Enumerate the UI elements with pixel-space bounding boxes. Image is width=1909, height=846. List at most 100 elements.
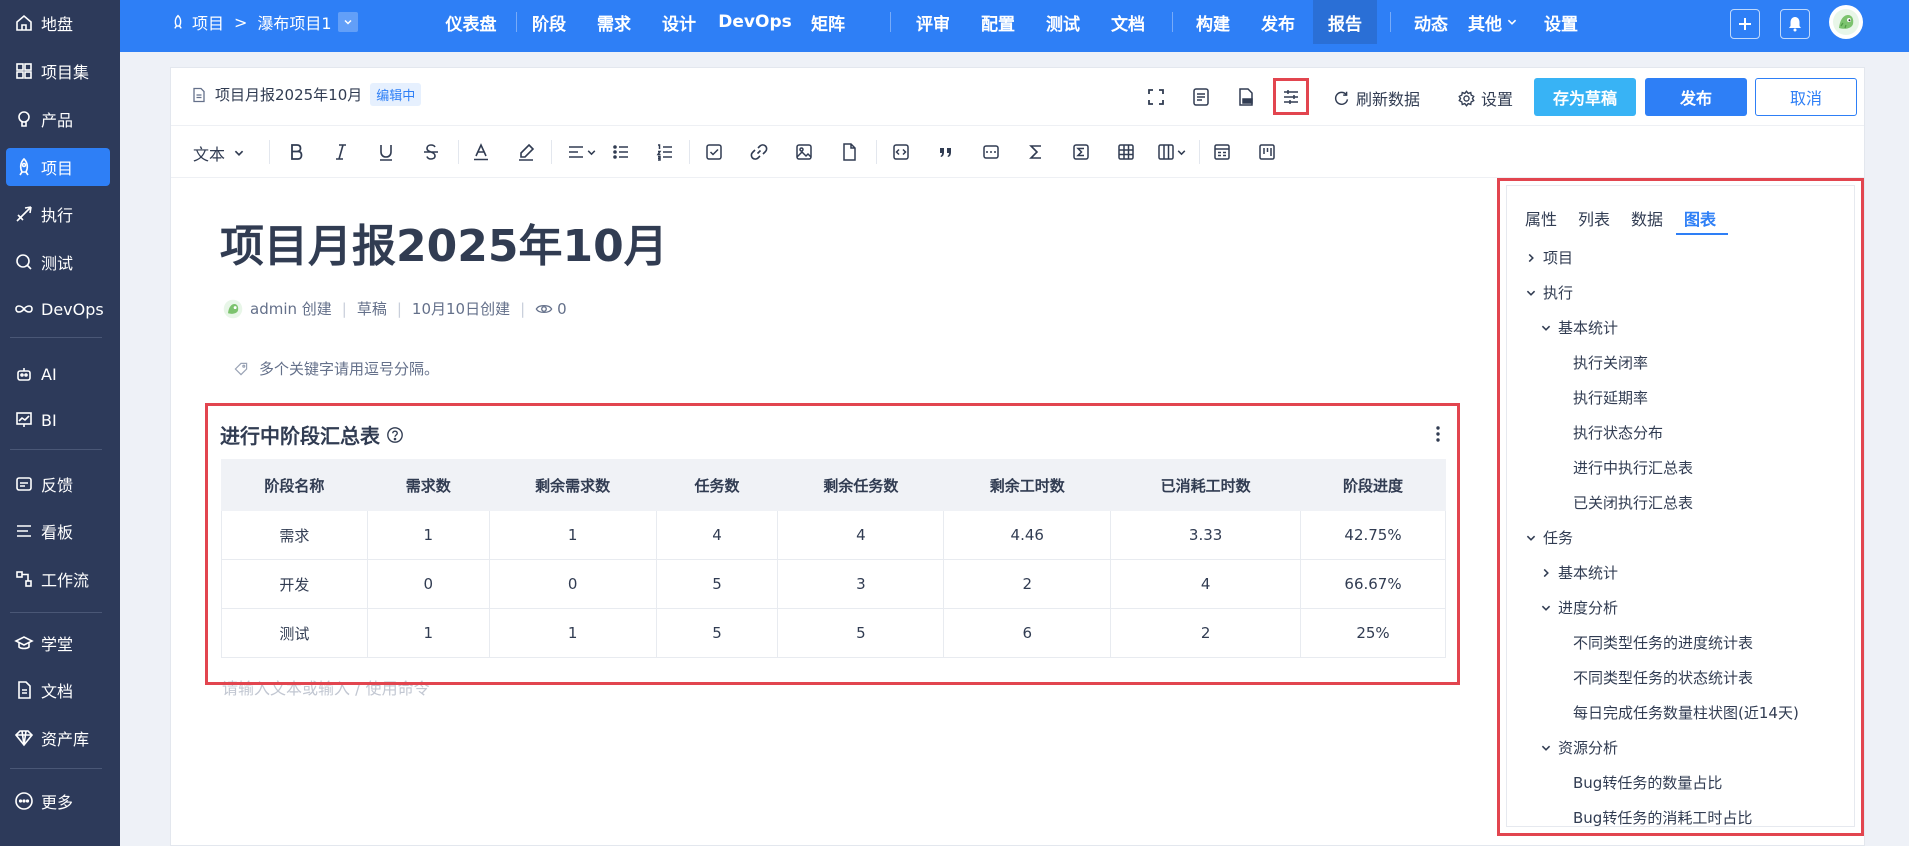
breadcrumb-project-link[interactable]: 项目 <box>192 10 224 34</box>
column-header[interactable]: 剩余任务数 <box>777 459 945 511</box>
publish-button[interactable]: 发布 <box>1645 78 1747 116</box>
tab-config[interactable]: 配置 <box>967 0 1029 44</box>
keywords-field[interactable]: 多个关键字请用逗号分隔。 <box>233 358 439 379</box>
bullet-list-button[interactable] <box>608 139 634 165</box>
divider-button[interactable] <box>978 139 1004 165</box>
tab-story[interactable]: 需求 <box>583 0 645 44</box>
cancel-button[interactable]: 取消 <box>1755 78 1857 116</box>
tab-design[interactable]: 设计 <box>648 0 710 44</box>
tree-leaf-chart[interactable]: 每日完成任务数量柱状图(近14天) <box>1573 702 1799 723</box>
sidebar-item-more[interactable]: 更多 <box>6 782 110 820</box>
sidebar-item-execution[interactable]: 执行 <box>6 195 110 233</box>
tab-test[interactable]: 测试 <box>1032 0 1094 44</box>
column-header[interactable]: 阶段名称 <box>221 459 368 511</box>
column-header[interactable]: 剩余工时数 <box>943 459 1112 511</box>
column-header[interactable]: 阶段进度 <box>1300 459 1446 511</box>
sidebar-item-project[interactable]: 项目 <box>6 148 110 186</box>
add-button[interactable] <box>1730 9 1760 39</box>
tree-node-resource-analysis[interactable]: 资源分析 <box>1540 737 1618 758</box>
breadcrumb-current-project[interactable]: 瀑布项目1 <box>257 10 331 34</box>
numbered-list-button[interactable] <box>652 139 678 165</box>
tree-leaf-chart[interactable]: 不同类型任务的状态统计表 <box>1573 667 1753 688</box>
notification-button[interactable] <box>1780 9 1810 39</box>
tree-leaf-chart[interactable]: 不同类型任务的进度统计表 <box>1573 632 1753 653</box>
tree-leaf-chart[interactable]: 已关闭执行汇总表 <box>1573 492 1693 513</box>
checklist-button[interactable] <box>701 139 727 165</box>
tab-data[interactable]: 数据 <box>1631 206 1663 230</box>
italic-button[interactable] <box>328 139 354 165</box>
help-icon[interactable] <box>386 426 404 444</box>
tab-dynamic[interactable]: 动态 <box>1400 0 1462 44</box>
file-button[interactable] <box>836 139 862 165</box>
sidebar-item-workflow[interactable]: 工作流 <box>6 560 110 598</box>
column-header[interactable]: 已消耗工时数 <box>1110 459 1302 511</box>
sidebar-item-assets[interactable]: 资产库 <box>6 719 110 757</box>
tree-leaf-chart[interactable]: Bug转任务的消耗工时占比 <box>1573 807 1752 826</box>
sidebar-item-test[interactable]: 测试 <box>6 243 110 281</box>
strikethrough-button[interactable] <box>418 139 444 165</box>
sidebar-item-bi[interactable]: BI <box>6 401 110 439</box>
tab-doc[interactable]: 文档 <box>1097 0 1159 44</box>
tab-matrix[interactable]: 矩阵 <box>800 0 856 44</box>
underline-button[interactable] <box>373 139 399 165</box>
column-header[interactable]: 需求数 <box>366 459 490 511</box>
block-formula-button[interactable] <box>1068 139 1094 165</box>
formula-button[interactable] <box>1023 139 1049 165</box>
block-more-button[interactable] <box>1428 422 1448 446</box>
doc-title[interactable]: 项目月报2025年10月 <box>220 210 668 274</box>
doc-settings-button[interactable]: 设置 <box>1458 86 1513 110</box>
font-color-button[interactable] <box>468 139 494 165</box>
refresh-data-button[interactable]: 刷新数据 <box>1333 86 1420 110</box>
tab-devops[interactable]: DevOps <box>713 0 797 44</box>
tree-node-progress-analysis[interactable]: 进度分析 <box>1540 597 1618 618</box>
tab-build[interactable]: 构建 <box>1182 0 1244 44</box>
tab-properties[interactable]: 属性 <box>1525 206 1557 230</box>
sidebar-item-feedback[interactable]: 反馈 <box>6 465 110 503</box>
avatar[interactable] <box>1829 5 1863 39</box>
tab-dashboard[interactable]: 仪表盘 <box>428 0 514 44</box>
table-button[interactable] <box>1113 139 1139 165</box>
sidebar-item-kanban[interactable]: 看板 <box>6 512 110 550</box>
column-header[interactable]: 任务数 <box>655 459 779 511</box>
tree-node-task-basic[interactable]: 基本统计 <box>1540 562 1618 583</box>
tab-charts[interactable]: 图表 <box>1684 206 1716 230</box>
tree-leaf-chart[interactable]: 执行状态分布 <box>1573 422 1663 443</box>
outline-button[interactable] <box>1188 84 1214 110</box>
highlight-button[interactable] <box>513 139 539 165</box>
tab-review[interactable]: 评审 <box>902 0 964 44</box>
tree-node-execution[interactable]: 执行 <box>1525 282 1573 303</box>
stage-summary-block[interactable]: 进行中阶段汇总表 阶段名称 需求数 剩余需求数 任务数 剩余任务数 剩余工时数 … <box>205 403 1460 685</box>
project-switch-button[interactable] <box>337 12 358 32</box>
save-draft-button[interactable]: 存为草稿 <box>1534 78 1636 116</box>
tree-node-execution-basic[interactable]: 基本统计 <box>1540 317 1618 338</box>
tab-release[interactable]: 发布 <box>1247 0 1309 44</box>
column-header[interactable]: 剩余需求数 <box>488 459 657 511</box>
sidebar-item-ai[interactable]: AI <box>6 355 110 393</box>
align-select[interactable] <box>559 139 603 165</box>
tree-node-project[interactable]: 项目 <box>1525 247 1573 268</box>
insert-chart-button[interactable] <box>1209 139 1235 165</box>
tree-leaf-chart[interactable]: 进行中执行汇总表 <box>1573 457 1693 478</box>
quote-button[interactable] <box>933 139 959 165</box>
tab-other[interactable]: 其他 <box>1465 0 1521 44</box>
image-button[interactable] <box>791 139 817 165</box>
bold-button[interactable] <box>283 139 309 165</box>
insert-kanban-button[interactable] <box>1254 139 1280 165</box>
sidebar-item-product[interactable]: 产品 <box>6 100 110 138</box>
sidebar-item-academy[interactable]: 学堂 <box>6 624 110 662</box>
sidebar-item-program[interactable]: 项目集 <box>6 52 110 90</box>
tree-leaf-chart[interactable]: 执行延期率 <box>1573 387 1648 408</box>
link-button[interactable] <box>746 139 772 165</box>
tree-leaf-chart[interactable]: 执行关闭率 <box>1573 352 1648 373</box>
fullscreen-button[interactable] <box>1143 84 1169 110</box>
column-layout-select[interactable] <box>1151 139 1191 165</box>
tab-list[interactable]: 列表 <box>1578 206 1610 230</box>
sidebar-item-dashboard[interactable]: 地盘 <box>6 4 110 42</box>
tab-report[interactable]: 报告 <box>1313 0 1377 44</box>
config-button-highlight[interactable] <box>1273 78 1309 115</box>
tree-node-task[interactable]: 任务 <box>1525 527 1573 548</box>
code-block-button[interactable] <box>888 139 914 165</box>
tree-leaf-chart[interactable]: Bug转任务的数量占比 <box>1573 772 1722 793</box>
tab-stage[interactable]: 阶段 <box>518 0 580 44</box>
text-style-select[interactable]: 文本 <box>193 141 245 165</box>
